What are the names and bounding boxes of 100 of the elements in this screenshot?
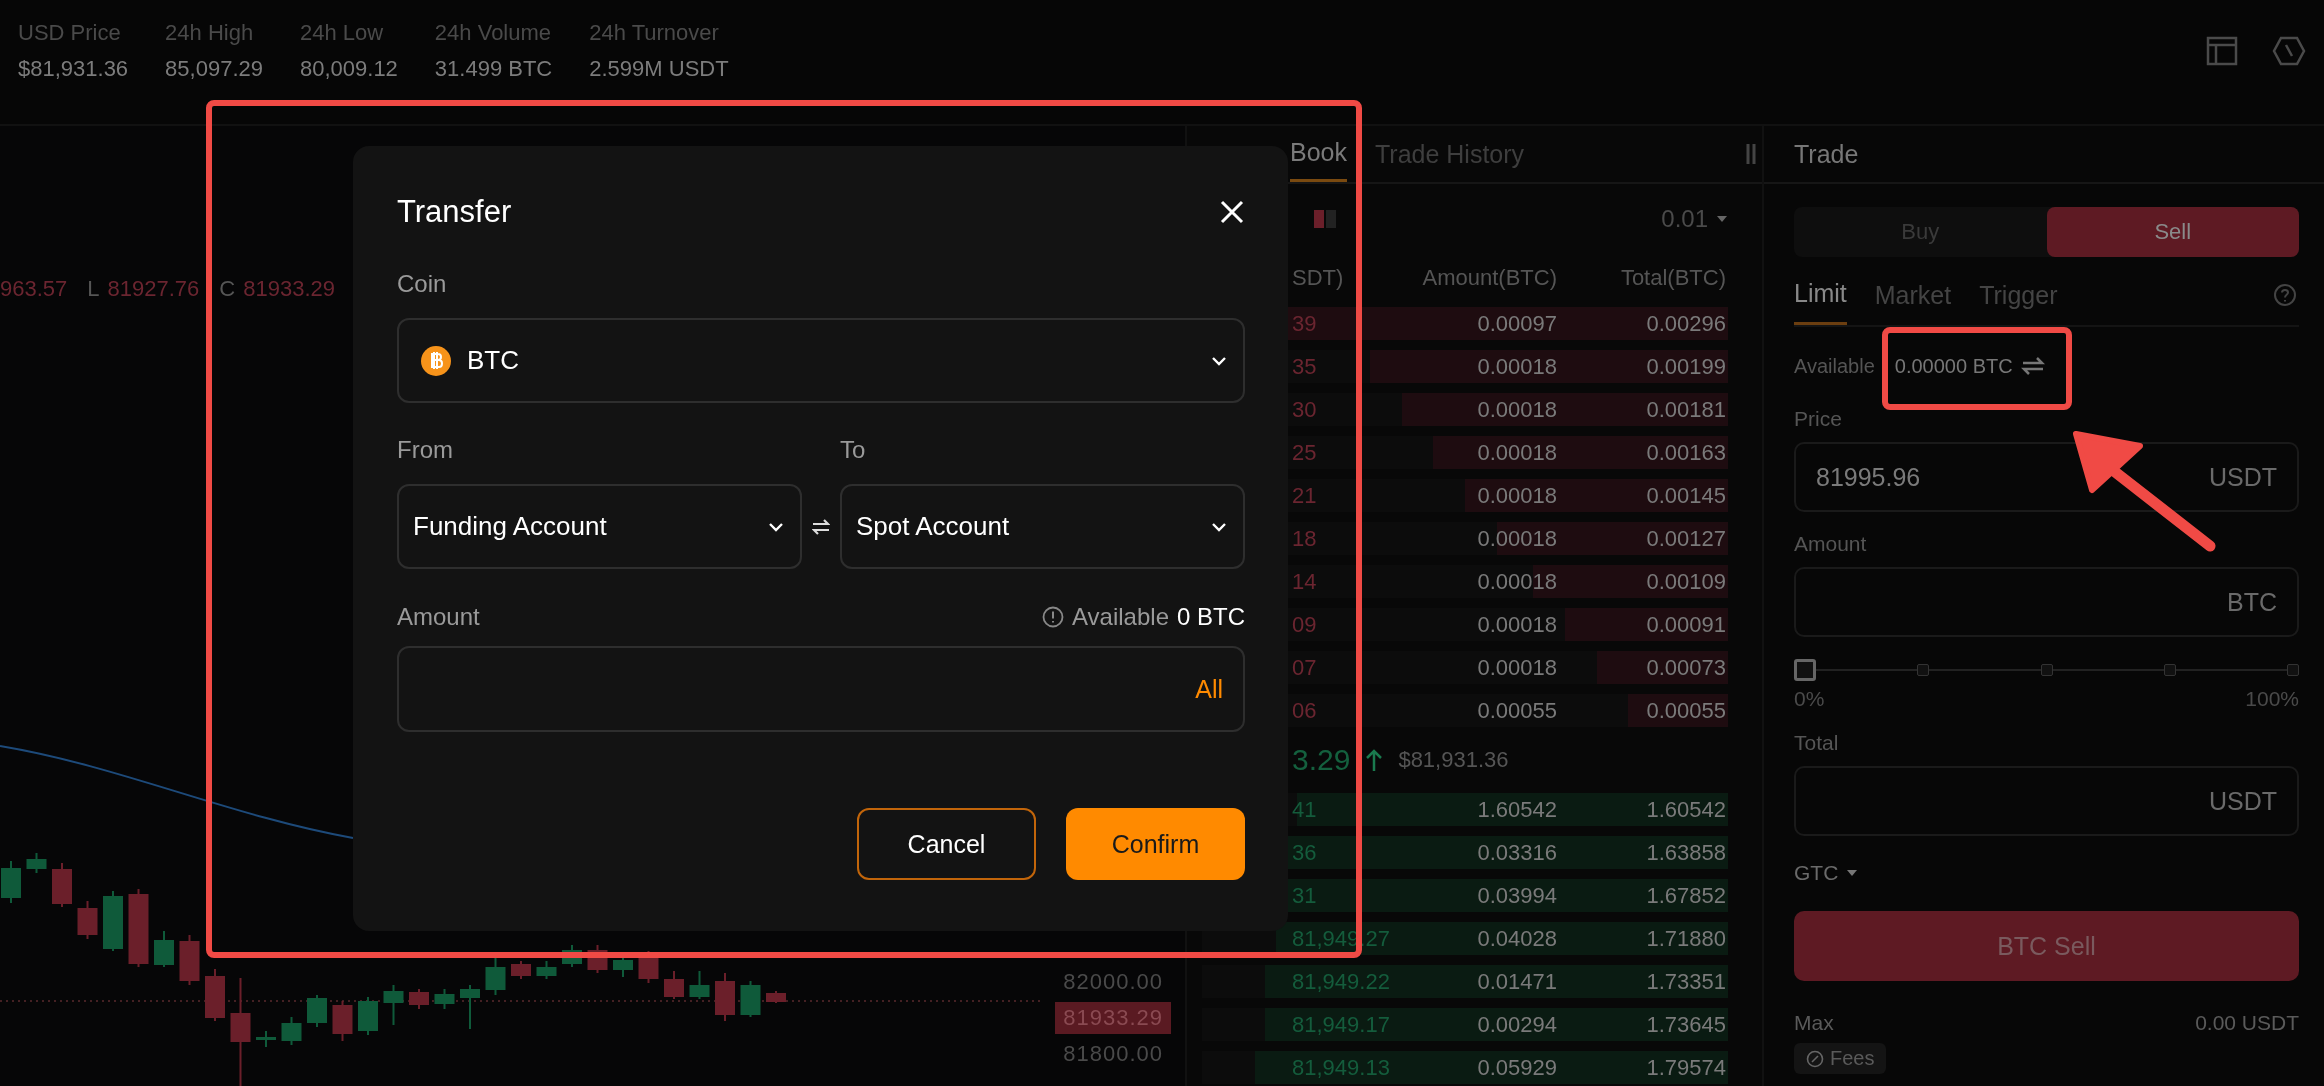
last-price-usd: $81,931.36	[1398, 747, 1509, 773]
ask-total: 0.00145	[1645, 482, 1726, 509]
amount-input[interactable]: All	[397, 646, 1245, 732]
order-type-tab[interactable]: Limit	[1794, 265, 1847, 325]
ask-amount: 0.00018	[1476, 654, 1557, 681]
ohlc-value: 81933.29	[243, 276, 335, 302]
ask-amount: 0.00018	[1476, 525, 1557, 552]
confirm-button[interactable]: Confirm	[1066, 808, 1245, 880]
candle	[383, 984, 404, 1026]
column-header: Amount(BTC)	[1421, 265, 1557, 291]
bid-total: 1.71880	[1645, 925, 1726, 952]
stat-value: $81,931.36	[18, 56, 129, 82]
candle	[485, 956, 506, 996]
dialog-title: Transfer	[397, 194, 512, 230]
total-field[interactable]: USDT	[1794, 766, 2299, 836]
order-type-tab[interactable]: Market	[1874, 265, 1952, 325]
percent-icon	[1806, 1049, 1824, 1068]
bid-total: 1.73351	[1645, 968, 1726, 995]
time-in-force-select[interactable]: GTC	[1794, 861, 1859, 885]
bid-price: 31	[1292, 882, 1318, 909]
ask-total: 0.00127	[1645, 525, 1726, 552]
chevron-icon	[1211, 521, 1227, 532]
available-label: Available	[1072, 603, 1169, 631]
slider-tick	[1917, 664, 1930, 676]
ohlc-value: 963.57	[0, 276, 68, 302]
stat-label: USD Price	[18, 20, 122, 46]
help-icon[interactable]	[2273, 283, 2297, 307]
ask-total: 0.00296	[1645, 310, 1726, 337]
ask-total: 0.00091	[1645, 611, 1726, 638]
bid-amount: 0.01471	[1476, 968, 1557, 995]
ohlc-key: L	[87, 276, 100, 302]
candle	[766, 990, 786, 1004]
cancel-button[interactable]: Cancel	[857, 808, 1036, 880]
field-label: To	[840, 438, 867, 462]
last-price: 3.29	[1292, 743, 1351, 777]
slider-min-label: 0%	[1794, 687, 1825, 711]
bid-amount: 1.60542	[1476, 796, 1557, 823]
ohlc-key: C	[219, 276, 236, 302]
ask-price: 25	[1292, 439, 1318, 466]
precision-select[interactable]: 0.01	[1661, 205, 1728, 233]
candle	[154, 930, 174, 968]
bid-total: 1.63858	[1645, 839, 1726, 866]
book-view-icon[interactable]	[1312, 208, 1338, 230]
ask-total: 0.00199	[1645, 353, 1726, 380]
max-label: Max	[1794, 1011, 1834, 1035]
to-account-select[interactable]: Spot Account	[840, 484, 1245, 569]
ohlc-value: 81927.76	[107, 276, 200, 302]
ask-price: 35	[1292, 353, 1318, 380]
bid-total: 1.60542	[1645, 796, 1726, 823]
caret-icon	[1716, 215, 1728, 223]
layout-icon[interactable]	[2206, 36, 2238, 66]
candle	[460, 984, 480, 1030]
candle	[256, 1030, 276, 1048]
candle	[1, 860, 21, 904]
amount-field[interactable]: BTC	[1794, 567, 2299, 637]
candle	[281, 1016, 302, 1046]
ask-amount: 0.00018	[1476, 353, 1557, 380]
candle	[689, 970, 710, 1000]
sell-button[interactable]: BTC Sell	[1794, 911, 2299, 981]
menu-icon[interactable]	[1746, 142, 1756, 166]
candle	[358, 996, 378, 1036]
stat-label: 24h Volume	[434, 20, 553, 46]
fees-button[interactable]: Fees	[1794, 1043, 1887, 1074]
chevron-icon	[768, 521, 784, 532]
ask-amount: 0.00018	[1476, 611, 1557, 638]
field-label: Price	[1794, 407, 1843, 431]
candle	[434, 988, 455, 1010]
stat-label: 24h High	[165, 20, 255, 46]
swap-icon[interactable]	[812, 517, 830, 536]
stat-value: 31.499 BTC	[434, 56, 553, 82]
order-type-tab[interactable]: Trigger	[1979, 265, 2058, 325]
side-toggle[interactable]: Sell	[2046, 207, 2299, 257]
available-value: 0 BTC	[1177, 603, 1245, 631]
ask-price: 14	[1292, 568, 1318, 595]
ask-price: 06	[1292, 697, 1318, 724]
from-account-select[interactable]: Funding Account	[397, 484, 802, 569]
ask-price: 21	[1292, 482, 1318, 509]
ask-total: 0.00181	[1645, 396, 1726, 423]
hexagon-icon[interactable]	[2272, 36, 2306, 66]
ask-price: 18	[1292, 525, 1318, 552]
close-icon[interactable]	[1219, 199, 1245, 225]
price-axis-label: 82000.00	[1062, 968, 1164, 996]
stat-value: 2.599M USDT	[589, 56, 729, 82]
ask-amount: 0.00018	[1476, 439, 1557, 466]
transfer-icon[interactable]	[2020, 356, 2045, 376]
ask-amount: 0.00018	[1476, 568, 1557, 595]
candle	[715, 972, 735, 1022]
slider-thumb[interactable]	[1794, 659, 1816, 681]
all-link[interactable]: All	[1195, 674, 1223, 704]
max-value: 0.00 USDT	[2195, 1011, 2299, 1035]
candle	[587, 944, 608, 974]
bid-amount: 0.04028	[1476, 925, 1557, 952]
field-label: Amount	[397, 605, 480, 629]
bid-amount: 0.05929	[1476, 1054, 1557, 1081]
candle	[664, 970, 684, 1000]
bid-total: 1.73645	[1645, 1011, 1726, 1038]
coin-select[interactable]: BTC	[397, 318, 1245, 403]
candle	[307, 994, 327, 1028]
slider-tick	[2040, 664, 2053, 676]
candle	[77, 900, 98, 940]
